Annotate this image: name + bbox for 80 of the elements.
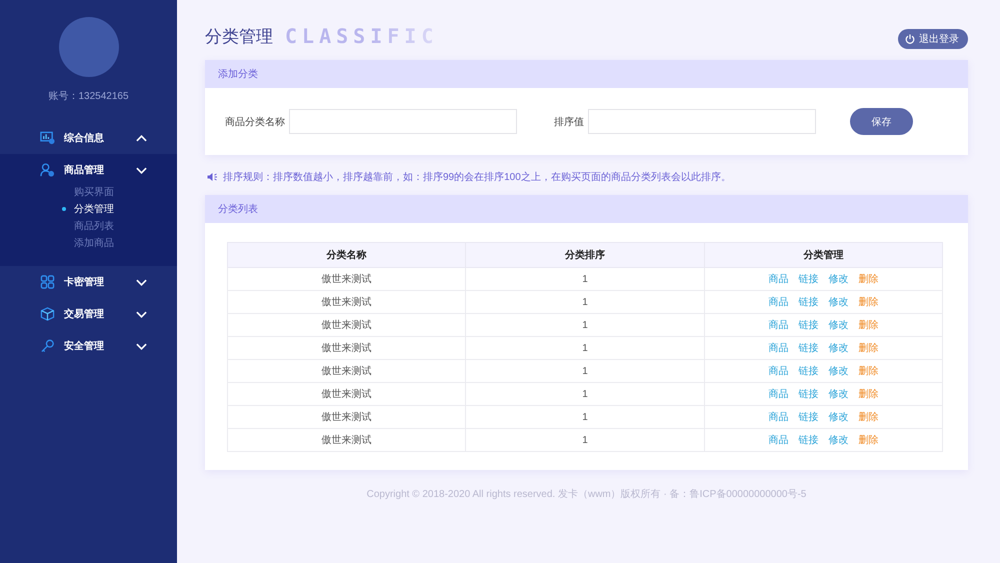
field-label: 商品分类名称 [225,116,285,128]
action-link[interactable]: 商品 [768,272,788,286]
table-header-cell: 分类管理 [704,242,942,268]
table-cell: 傲世来测试 [228,428,466,452]
action-link[interactable]: 修改 [828,341,848,355]
action-link[interactable]: 链接 [798,272,818,286]
table-header-cell: 分类名称 [228,242,466,268]
sort-rule-notice: 排序规则：排序数值越小，排序越靠前，如：排序99的会在排序100之上，在购买页面的商品分类列表会以此排序。 [223,170,731,184]
submenu-item[interactable]: 添加商品 [0,234,177,251]
delete-link[interactable]: 删除 [858,318,878,332]
field-label: 排序值 [554,116,584,128]
delete-link[interactable]: 删除 [858,341,878,355]
action-link[interactable]: 修改 [828,295,848,309]
table-cell: 傲世来测试 [228,382,466,406]
grid-icon [40,275,55,289]
key-icon [40,339,55,353]
delete-link[interactable]: 删除 [858,364,878,378]
table-cell: 傲世来测试 [228,336,466,360]
panel-header: 分类列表 [205,195,968,223]
table-cell: 傲世来测试 [228,314,466,336]
action-link[interactable]: 商品 [768,295,788,309]
table-cell: 傲世来测试 [228,360,466,382]
action-link[interactable]: 链接 [798,341,818,355]
action-link[interactable]: 修改 [828,410,848,424]
submenu-item[interactable]: 分类管理 [0,200,177,217]
table-header-cell: 分类排序 [466,242,704,268]
account-number: 账号：132542165 [48,90,129,104]
input-field[interactable] [289,109,517,134]
table-cell: 1 [466,428,704,452]
page-title: 分类管理 [205,26,273,48]
menu-item[interactable]: 综合信息 [0,122,177,154]
panel-header: 添加分类 [205,60,968,88]
delete-link[interactable]: 删除 [858,410,878,424]
monitor-chart-icon [40,131,55,145]
table-cell: 1 [466,382,704,406]
delete-link[interactable]: 删除 [858,295,878,309]
menu-item[interactable]: 安全管理 [0,330,177,362]
delete-link[interactable]: 删除 [858,387,878,401]
table-cell: 1 [466,360,704,382]
table-cell: 1 [466,290,704,314]
action-link[interactable]: 修改 [828,318,848,332]
action-link[interactable]: 链接 [798,295,818,309]
action-link[interactable]: 商品 [768,387,788,401]
table-cell: 傲世来测试 [228,290,466,314]
action-link[interactable]: 修改 [828,364,848,378]
table-cell: 1 [466,406,704,428]
action-link[interactable]: 修改 [828,433,848,447]
action-link[interactable]: 链接 [798,318,818,332]
action-link[interactable]: 商品 [768,341,788,355]
action-link[interactable]: 商品 [768,318,788,332]
menu-item[interactable]: 卡密管理 [0,266,177,298]
submenu-item[interactable]: 购买界面 [0,183,177,200]
menu-item[interactable]: 商品管理 [0,154,177,183]
active-dot-icon [62,206,66,210]
power-icon [905,34,915,44]
user-gear-icon [40,163,55,177]
save-button[interactable]: 保存 [850,108,913,135]
action-link[interactable]: 链接 [798,433,818,447]
input-field[interactable] [588,109,816,134]
speaker-icon [207,172,218,182]
action-link[interactable]: 商品 [768,433,788,447]
menu-item[interactable]: 交易管理 [0,298,177,330]
action-link[interactable]: 商品 [768,410,788,424]
table-cell: 傲世来测试 [228,268,466,290]
cube-icon [40,307,55,321]
table-cell: 1 [466,268,704,290]
action-link[interactable]: 修改 [828,387,848,401]
table-cell: 1 [466,314,704,336]
delete-link[interactable]: 删除 [858,433,878,447]
table-cell: 1 [466,336,704,360]
submenu-item[interactable]: 商品列表 [0,217,177,234]
action-link[interactable]: 链接 [798,364,818,378]
table-cell: 傲世来测试 [228,406,466,428]
action-link[interactable]: 链接 [798,410,818,424]
action-link[interactable]: 商品 [768,364,788,378]
action-link[interactable]: 修改 [828,272,848,286]
delete-link[interactable]: 删除 [858,272,878,286]
copyright-footer: Copyright © 2018-2020 All rights reserved. 发卡（wwm）版权所有 · 备：鲁ICP备00000000000号-5 [366,487,806,501]
action-link[interactable]: 链接 [798,387,818,401]
logout-button[interactable]: 退出登录 [898,29,968,49]
